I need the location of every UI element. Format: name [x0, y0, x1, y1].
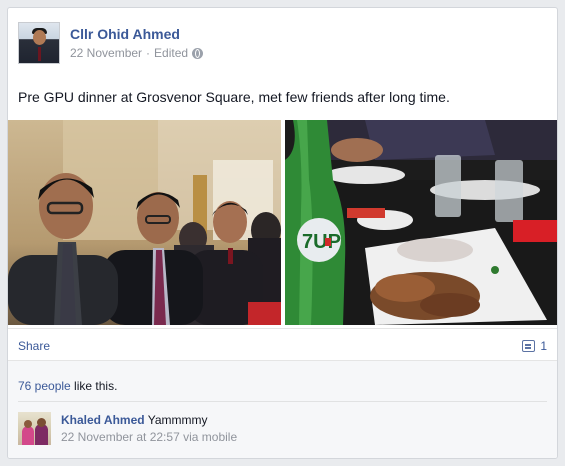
- meta-separator: ·: [146, 46, 151, 60]
- post-card: Cllr Ohid Ahmed 22 November · Edited Pre…: [7, 7, 558, 459]
- likes-suffix: like this.: [70, 379, 118, 393]
- post-date-link[interactable]: 22 November: [70, 45, 142, 61]
- edited-label[interactable]: Edited: [154, 45, 188, 61]
- dinner-table-photo[interactable]: 7UP: [285, 120, 557, 325]
- commenter-avatar[interactable]: [18, 412, 51, 445]
- feedback-section: 76 people like this. Khaled Ahmed Yammmm…: [8, 360, 557, 458]
- likes-divider: [18, 401, 547, 402]
- comment-item: Khaled Ahmed Yammmmy 22 November at 22:5…: [18, 412, 237, 445]
- post-actions: Share 1: [18, 339, 547, 357]
- comment-timestamp-link[interactable]: 22 November at 22:57: [61, 430, 180, 444]
- globe-icon[interactable]: [192, 47, 204, 59]
- comment-count-button[interactable]: 1: [522, 339, 547, 353]
- group-selfie-photo[interactable]: [8, 120, 281, 325]
- bottle-brand-text: 7UP: [302, 231, 341, 253]
- likes-count-link[interactable]: 76 people: [18, 379, 71, 393]
- author-avatar[interactable]: [18, 22, 60, 64]
- photo-divider: [8, 328, 557, 329]
- post-header: Cllr Ohid Ahmed 22 November · Edited: [18, 22, 204, 66]
- photo-grid: 7UP: [8, 120, 557, 325]
- comment-text: Yammmmy: [147, 413, 208, 427]
- comment-count: 1: [540, 339, 547, 353]
- author-name-link[interactable]: Cllr Ohid Ahmed: [70, 26, 203, 42]
- post-text: Pre GPU dinner at Grosvenor Square, met …: [18, 89, 450, 105]
- commenter-name-link[interactable]: Khaled Ahmed: [61, 413, 145, 427]
- share-link[interactable]: Share: [18, 339, 50, 353]
- comment-via: via mobile: [183, 430, 238, 444]
- comment-icon: [522, 340, 536, 352]
- likes-summary: 76 people like this.: [18, 379, 117, 393]
- post-meta: 22 November · Edited: [70, 45, 204, 61]
